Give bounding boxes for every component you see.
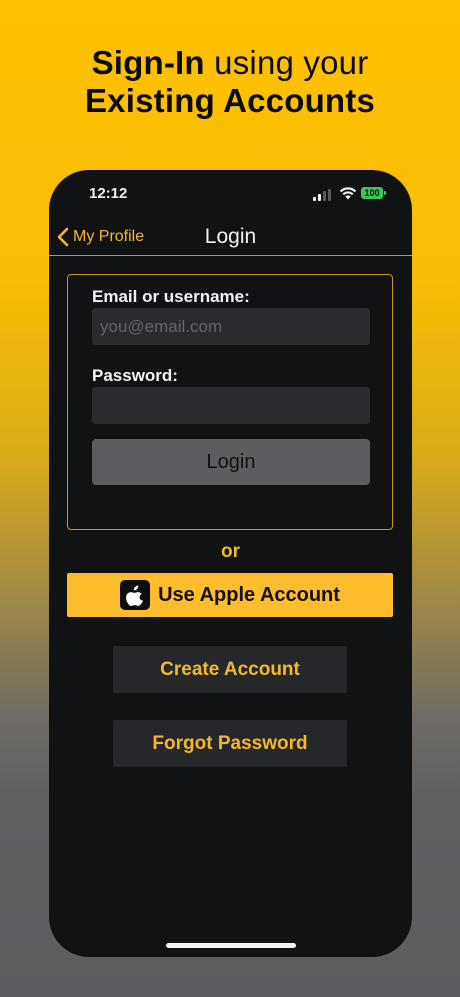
wifi-icon xyxy=(339,187,357,200)
headline-bold-1: Sign-In xyxy=(91,44,205,81)
headline-line-2: Existing Accounts xyxy=(0,82,460,120)
back-button-label: My Profile xyxy=(73,228,145,245)
phone-frame: 12:12 100 My Profile Login Email or user… xyxy=(49,170,412,957)
headline-bold-2: Existing Accounts xyxy=(84,82,376,119)
status-bar: 12:12 100 xyxy=(49,170,412,220)
battery-level: 100 xyxy=(364,188,380,198)
headline-rest-1: using your xyxy=(204,44,369,81)
email-field[interactable] xyxy=(92,308,370,345)
chevron-left-icon xyxy=(57,227,69,247)
apple-icon xyxy=(120,580,151,610)
create-account-button[interactable]: Create Account xyxy=(113,646,347,693)
email-label: Email or username: xyxy=(92,287,250,306)
use-apple-account-button[interactable]: Use Apple Account xyxy=(67,573,393,617)
forgot-password-button[interactable]: Forgot Password xyxy=(113,720,347,767)
home-indicator[interactable] xyxy=(166,943,296,948)
password-label: Password: xyxy=(92,366,178,385)
back-button[interactable]: My Profile xyxy=(57,224,144,250)
headline-line-1: Sign-In using your xyxy=(0,44,460,82)
signal-icon xyxy=(313,189,333,201)
password-field[interactable] xyxy=(92,387,370,424)
battery-icon: 100 xyxy=(361,187,386,199)
or-divider: or xyxy=(221,541,240,562)
login-button[interactable]: Login xyxy=(92,439,370,485)
use-apple-account-label: Use Apple Account xyxy=(158,583,340,606)
login-form-card: Email or username: Password: Login xyxy=(67,274,393,530)
status-time: 12:12 xyxy=(89,185,128,202)
navigation-bar: My Profile Login xyxy=(49,220,412,256)
marketing-headline: Sign-In using your Existing Accounts xyxy=(0,44,460,120)
